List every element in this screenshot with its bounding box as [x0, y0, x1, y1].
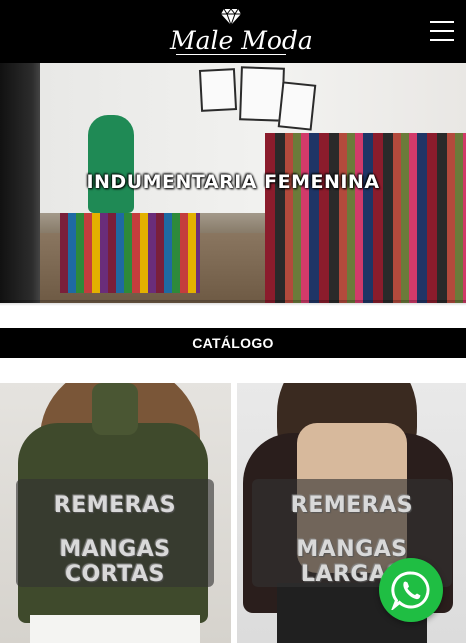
brand-logo[interactable]: Male Moda	[170, 6, 313, 60]
clothing-rack	[265, 133, 466, 303]
diamond-icon	[221, 8, 241, 26]
card-label-line1: REMERAS	[53, 493, 177, 518]
model-pants	[30, 615, 200, 643]
wall-frame	[198, 68, 238, 112]
whatsapp-button[interactable]	[379, 558, 443, 622]
card-label-overlay: REMERAS MANGAS CORTAS	[16, 479, 214, 587]
card-label-line2: MANGAS CORTAS	[59, 537, 171, 587]
whatsapp-icon	[391, 571, 430, 610]
catalog-bar: CATÁLOGO	[0, 328, 466, 358]
clothing-rack	[60, 213, 200, 293]
hero-shadow	[0, 300, 466, 306]
catalog-title: CATÁLOGO	[192, 335, 274, 351]
hero-banner: INDUMENTARIA FEMENINA	[0, 63, 466, 303]
category-card-short-sleeves[interactable]: REMERAS MANGAS CORTAS	[0, 383, 231, 643]
card-label-line1: REMERAS	[290, 493, 414, 518]
hamburger-menu-icon[interactable]	[430, 20, 454, 42]
logo-underline	[176, 54, 286, 55]
model-neck	[92, 383, 138, 435]
brand-logo-text: Male Moda	[170, 26, 313, 55]
mannequin	[88, 115, 134, 213]
wall-frame	[277, 81, 317, 131]
site-header: Male Moda	[0, 0, 466, 63]
hero-title: INDUMENTARIA FEMENINA	[86, 171, 380, 193]
